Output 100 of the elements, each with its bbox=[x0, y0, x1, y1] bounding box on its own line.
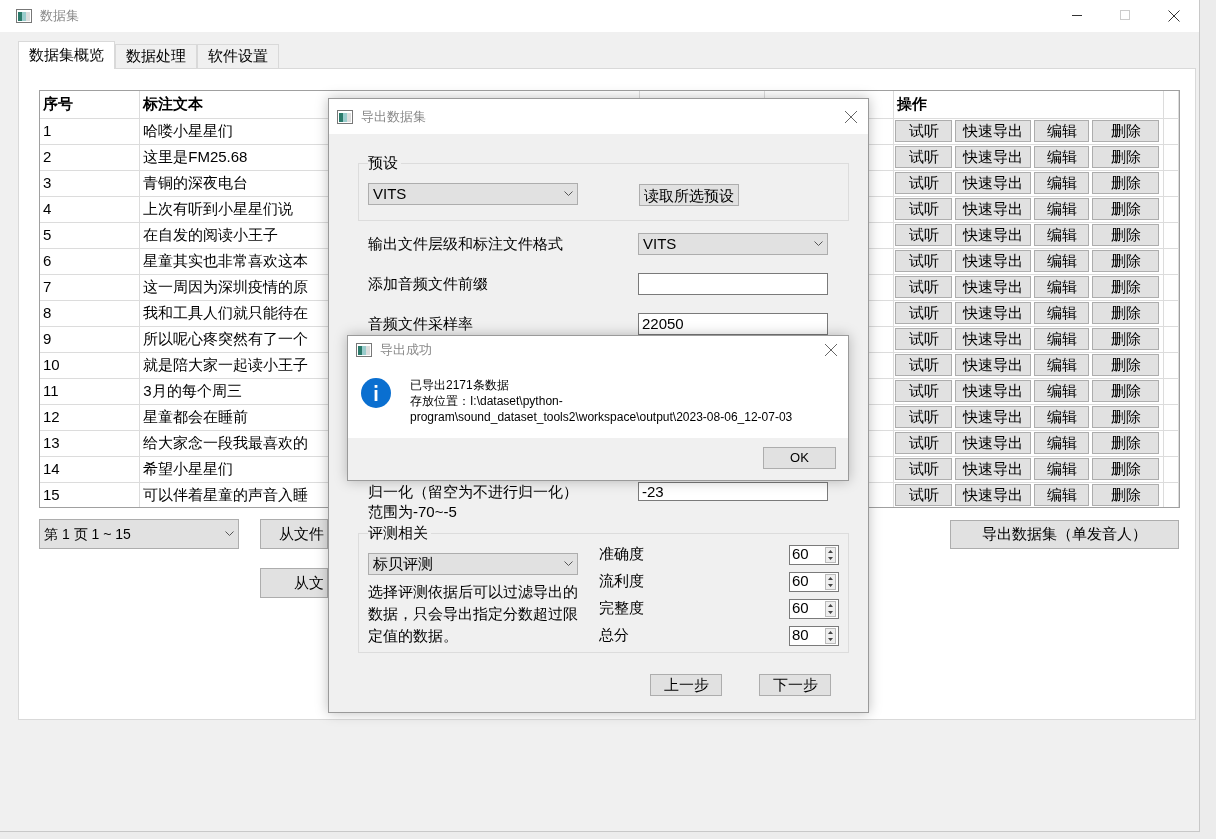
number-spinbox[interactable]: 80 bbox=[789, 625, 839, 646]
action-button[interactable]: 删除 bbox=[1092, 327, 1159, 350]
action-button[interactable]: 试听 bbox=[895, 483, 952, 506]
ok-button[interactable]: OK bbox=[763, 447, 836, 469]
close-icon[interactable] bbox=[824, 343, 838, 357]
action-button[interactable]: 编辑 bbox=[1034, 223, 1089, 246]
action-button[interactable]: 编辑 bbox=[1034, 405, 1089, 428]
action-button[interactable]: 快速导出 bbox=[955, 145, 1031, 168]
action-button[interactable]: 快速导出 bbox=[955, 483, 1031, 506]
row-number: 5 bbox=[43, 225, 52, 243]
number-spinbox[interactable]: 60 bbox=[789, 544, 839, 565]
dialog-button[interactable]: 下一步 bbox=[759, 674, 831, 696]
action-button[interactable]: 删除 bbox=[1092, 301, 1159, 324]
action-button[interactable]: 试听 bbox=[895, 197, 952, 220]
tab[interactable]: 数据处理 bbox=[115, 44, 197, 68]
action-button[interactable]: 快速导出 bbox=[955, 171, 1031, 194]
number-spinbox[interactable]: 60 bbox=[789, 598, 839, 619]
action-button[interactable]: 删除 bbox=[1092, 145, 1159, 168]
stepper-arrows-icon[interactable] bbox=[825, 627, 836, 644]
action-button[interactable]: 试听 bbox=[895, 171, 952, 194]
action-button[interactable]: 试听 bbox=[895, 223, 952, 246]
dropdown[interactable]: VITS bbox=[368, 183, 578, 205]
message-text: 存放位置：I:\dataset\python- bbox=[410, 393, 564, 409]
table-cell: 就是陪大家一起读小王子 bbox=[143, 355, 309, 373]
action-button[interactable]: 编辑 bbox=[1034, 327, 1089, 350]
row-number: 9 bbox=[43, 329, 52, 347]
description-text: 选择评测依据后可以过滤导出的数据，只会导出指定分数超过限定值的数据。 bbox=[368, 582, 579, 646]
action-button[interactable]: 删除 bbox=[1092, 119, 1159, 142]
load-preset-button[interactable]: 读取所选预设 bbox=[639, 184, 739, 206]
action-button[interactable]: 编辑 bbox=[1034, 197, 1089, 220]
action-button[interactable]: 试听 bbox=[895, 301, 952, 324]
action-button[interactable]: 快速导出 bbox=[955, 405, 1031, 428]
table-cell: 可以伴着星童的声音入睡 bbox=[143, 485, 309, 503]
action-button[interactable]: 试听 bbox=[895, 275, 952, 298]
page-dropdown[interactable]: 第 1 页 1 ~ 15 bbox=[39, 519, 239, 549]
action-button[interactable]: 编辑 bbox=[1034, 379, 1089, 402]
action-button[interactable]: 删除 bbox=[1092, 483, 1159, 506]
action-button[interactable]: 删除 bbox=[1092, 431, 1159, 454]
table-cell: 希望小星星们 bbox=[143, 459, 234, 477]
action-button[interactable]: 快速导出 bbox=[955, 431, 1031, 454]
action-button[interactable]: 删除 bbox=[1092, 379, 1159, 402]
import-button[interactable]: 从文 bbox=[260, 568, 328, 598]
action-button[interactable]: 编辑 bbox=[1034, 483, 1089, 506]
action-button[interactable]: 快速导出 bbox=[955, 197, 1031, 220]
action-button[interactable]: 删除 bbox=[1092, 275, 1159, 298]
action-button[interactable]: 编辑 bbox=[1034, 171, 1089, 194]
action-button[interactable]: 删除 bbox=[1092, 197, 1159, 220]
action-button[interactable]: 编辑 bbox=[1034, 353, 1089, 376]
action-button[interactable]: 编辑 bbox=[1034, 431, 1089, 454]
action-button[interactable]: 快速导出 bbox=[955, 301, 1031, 324]
action-button[interactable]: 删除 bbox=[1092, 405, 1159, 428]
action-button[interactable]: 试听 bbox=[895, 327, 952, 350]
action-button[interactable]: 删除 bbox=[1092, 171, 1159, 194]
input-field[interactable]: 22050 bbox=[638, 313, 828, 335]
tab[interactable]: 数据集概览 bbox=[18, 41, 115, 69]
action-button[interactable]: 试听 bbox=[895, 145, 952, 168]
action-button[interactable]: 编辑 bbox=[1034, 119, 1089, 142]
tab[interactable]: 软件设置 bbox=[197, 44, 279, 68]
action-button[interactable]: 快速导出 bbox=[955, 249, 1031, 272]
action-button[interactable]: 试听 bbox=[895, 431, 952, 454]
action-button[interactable]: 快速导出 bbox=[955, 457, 1031, 480]
table-cell: 在自发的阅读小王子 bbox=[143, 225, 279, 243]
input-field[interactable] bbox=[638, 273, 828, 295]
action-button[interactable]: 编辑 bbox=[1034, 301, 1089, 324]
chevron-down-icon bbox=[564, 191, 573, 197]
action-button[interactable]: 快速导出 bbox=[955, 353, 1031, 376]
stepper-arrows-icon[interactable] bbox=[825, 546, 836, 563]
action-button[interactable]: 删除 bbox=[1092, 223, 1159, 246]
action-button[interactable]: 编辑 bbox=[1034, 145, 1089, 168]
input-field[interactable]: -23 bbox=[638, 482, 828, 501]
action-button[interactable]: 快速导出 bbox=[955, 223, 1031, 246]
dropdown[interactable]: 标贝评测 bbox=[368, 553, 578, 575]
action-button[interactable]: 快速导出 bbox=[955, 119, 1031, 142]
action-button[interactable]: 快速导出 bbox=[955, 379, 1031, 402]
action-button[interactable]: 试听 bbox=[895, 405, 952, 428]
action-button[interactable]: 试听 bbox=[895, 379, 952, 402]
action-button[interactable]: 试听 bbox=[895, 249, 952, 272]
export-button[interactable]: 导出数据集（单发音人） bbox=[950, 519, 1179, 549]
action-button[interactable]: 编辑 bbox=[1034, 457, 1089, 480]
action-button[interactable]: 删除 bbox=[1092, 249, 1159, 272]
table-cell: 青铜的深夜电台 bbox=[143, 173, 249, 191]
stepper-arrows-icon[interactable] bbox=[825, 573, 836, 590]
close-icon[interactable] bbox=[1168, 10, 1180, 22]
stepper-arrows-icon[interactable] bbox=[825, 600, 836, 617]
info-icon bbox=[361, 378, 391, 408]
close-icon[interactable] bbox=[844, 109, 858, 124]
dialog-button[interactable]: 上一步 bbox=[650, 674, 722, 696]
action-button[interactable]: 编辑 bbox=[1034, 249, 1089, 272]
import-button[interactable]: 从文件 bbox=[260, 519, 328, 549]
action-button[interactable]: 删除 bbox=[1092, 457, 1159, 480]
row-number: 8 bbox=[43, 303, 52, 321]
action-button[interactable]: 快速导出 bbox=[955, 275, 1031, 298]
dropdown[interactable]: VITS bbox=[638, 233, 828, 255]
action-button[interactable]: 试听 bbox=[895, 119, 952, 142]
action-button[interactable]: 试听 bbox=[895, 353, 952, 376]
number-spinbox[interactable]: 60 bbox=[789, 571, 839, 592]
action-button[interactable]: 快速导出 bbox=[955, 327, 1031, 350]
action-button[interactable]: 试听 bbox=[895, 457, 952, 480]
action-button[interactable]: 删除 bbox=[1092, 353, 1159, 376]
action-button[interactable]: 编辑 bbox=[1034, 275, 1089, 298]
